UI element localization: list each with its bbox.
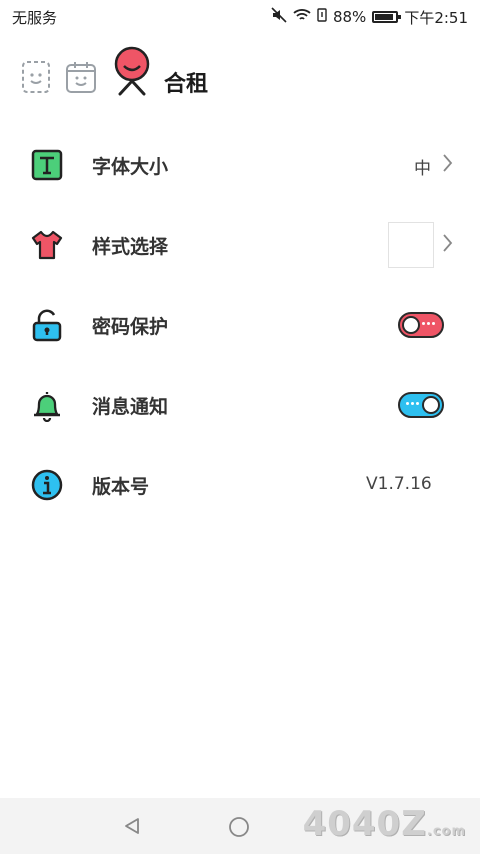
setting-label: 字体大小: [92, 156, 169, 178]
watermark-suffix: .com: [426, 824, 466, 839]
page-title: 合租: [164, 72, 209, 97]
back-triangle-icon[interactable]: [122, 816, 142, 840]
tshirt-icon: [30, 228, 64, 262]
toggle-knob: [402, 316, 420, 334]
setting-notifications: 消息通知: [0, 366, 480, 446]
chevron-right-icon: [442, 232, 454, 258]
version-value: V1.7.16: [366, 474, 432, 494]
sim-icon: [317, 8, 327, 26]
setting-label: 消息通知: [92, 396, 169, 418]
setting-label: 版本号: [92, 476, 150, 498]
settings-list: 字体大小 中 样式选择 密码保护 消息通知 版本号 V1.7.16: [0, 126, 480, 526]
battery-percent: 88%: [332, 8, 367, 26]
home-circle-icon[interactable]: [228, 816, 250, 842]
watermark-text: 4040Z: [302, 804, 427, 844]
mute-icon: [271, 7, 287, 27]
style-preview-swatch[interactable]: [388, 222, 434, 268]
setting-font-size[interactable]: 字体大小 中: [0, 126, 480, 206]
chevron-right-icon: [442, 152, 454, 178]
font-t-icon: [30, 148, 64, 182]
top-bar: 合租: [0, 44, 480, 110]
notes-face-icon[interactable]: [20, 60, 52, 98]
font-size-value: 中: [414, 159, 431, 179]
notification-toggle[interactable]: [398, 392, 444, 418]
battery-icon: [372, 11, 402, 23]
status-bar: 无服务 88% 下午2:51: [0, 0, 480, 34]
toggle-dots: [406, 402, 419, 405]
status-right: 88% 下午2:51: [271, 7, 468, 28]
roommate-avatar-icon[interactable]: [112, 46, 152, 102]
setting-password-protect: 密码保护: [0, 286, 480, 366]
system-nav-bar: 4040Z.com: [0, 798, 480, 854]
calendar-face-icon[interactable]: [64, 60, 98, 98]
setting-label: 密码保护: [92, 316, 169, 338]
bell-icon: [30, 388, 64, 423]
setting-version: 版本号 V1.7.16: [0, 446, 480, 526]
wifi-icon: [293, 8, 311, 26]
lock-icon: [30, 308, 64, 342]
toggle-knob: [422, 396, 440, 414]
password-toggle[interactable]: [398, 312, 444, 338]
clock-text: 下午2:51: [404, 8, 468, 27]
carrier-text: 无服务: [12, 8, 58, 27]
toggle-dots: [422, 322, 435, 325]
watermark-logo: 4040Z.com: [303, 804, 466, 844]
info-icon: [30, 468, 64, 502]
setting-label: 样式选择: [92, 236, 169, 258]
